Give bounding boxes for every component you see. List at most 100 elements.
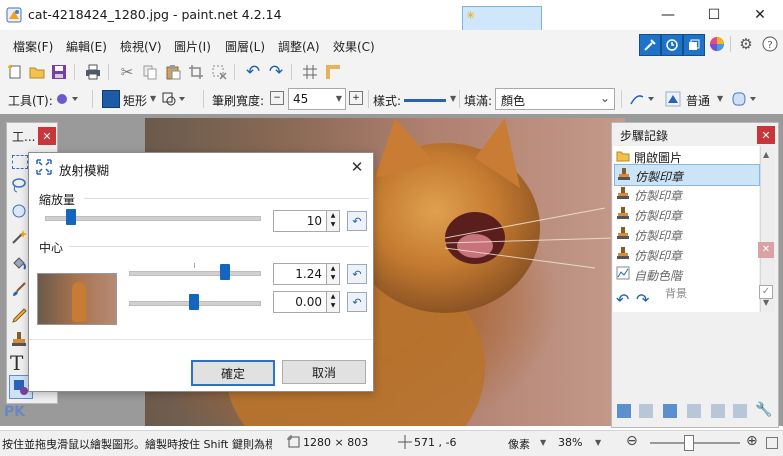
- shape-color-swatch[interactable]: [102, 90, 120, 108]
- move-layer-up-icon[interactable]: [711, 404, 725, 418]
- history-item[interactable]: 仿製印章: [614, 244, 758, 264]
- menu-adjustments[interactable]: 調整(A): [278, 38, 320, 55]
- center-y-slider-thumb[interactable]: [189, 294, 199, 310]
- layer-properties-wrench-icon[interactable]: 🔧: [755, 402, 772, 418]
- paint-bucket-icon[interactable]: [11, 255, 27, 271]
- history-panel-close-button[interactable]: ✕: [757, 126, 775, 144]
- menu-view[interactable]: 檢視(V): [120, 38, 162, 55]
- antialiasing-dropdown-icon[interactable]: [628, 90, 658, 108]
- add-layer-icon[interactable]: [617, 404, 631, 418]
- menu-layers[interactable]: 圖層(L): [225, 38, 265, 55]
- blend-mode-label[interactable]: 普通: [686, 92, 710, 109]
- duplicate-layer-icon[interactable]: [663, 404, 677, 418]
- center-preview-thumbnail[interactable]: [37, 273, 117, 325]
- center-y-input[interactable]: 0.00: [273, 291, 327, 313]
- zoom-out-icon[interactable]: ⊖: [626, 433, 638, 449]
- zoom-spinner[interactable]: ▲ ▼: [326, 210, 340, 232]
- close-window-button[interactable]: ✕: [737, 0, 783, 30]
- text-tool-icon[interactable]: T: [10, 351, 23, 375]
- history-item[interactable]: 仿製印章: [614, 204, 758, 224]
- delete-layer-icon[interactable]: [639, 404, 653, 418]
- layer-visibility-checkbox[interactable]: ✓: [759, 285, 773, 299]
- redo-icon[interactable]: ↷: [267, 62, 285, 82]
- ellipse-select-icon[interactable]: [11, 203, 27, 219]
- cut-icon[interactable]: ✂: [118, 63, 136, 81]
- print-icon[interactable]: [84, 63, 102, 81]
- colors-window-toggle-icon[interactable]: [708, 35, 726, 53]
- zoom-slider-thumb[interactable]: [684, 435, 694, 451]
- layers-window-toggle-icon[interactable]: [683, 34, 705, 56]
- scroll-up-icon[interactable]: ▲: [763, 150, 769, 159]
- pencil-icon[interactable]: [11, 307, 27, 323]
- clone-stamp-icon[interactable]: [11, 331, 27, 347]
- brush-width-increase-button[interactable]: +: [349, 91, 363, 105]
- center-x-input[interactable]: 1.24: [273, 263, 327, 285]
- line-style-preview[interactable]: [404, 99, 446, 102]
- center-x-slider-thumb[interactable]: [220, 264, 231, 280]
- history-undo-icon[interactable]: ↶: [616, 290, 629, 309]
- dialog-close-button[interactable]: ✕: [347, 157, 367, 177]
- menu-file[interactable]: 檔案(F): [13, 38, 53, 55]
- history-redo-icon[interactable]: ↷: [636, 290, 649, 309]
- cancel-button[interactable]: 取消: [282, 360, 366, 384]
- history-item[interactable]: 仿製印章: [614, 184, 758, 204]
- merge-layer-icon[interactable]: [687, 404, 701, 418]
- history-item[interactable]: 開啟圖片: [614, 146, 758, 166]
- fill-mode-dropdown[interactable]: 顏色 ⌄: [495, 88, 615, 110]
- zoom-slider-track[interactable]: [650, 442, 740, 444]
- scroll-down-icon[interactable]: ▼: [763, 298, 769, 307]
- brush-width-decrease-button[interactable]: −: [270, 91, 284, 105]
- new-file-icon[interactable]: [6, 63, 24, 81]
- lasso-select-icon[interactable]: [11, 177, 27, 193]
- paste-icon[interactable]: [164, 63, 182, 81]
- deselect-icon[interactable]: [210, 63, 228, 81]
- tool-selector-dropdown[interactable]: [54, 90, 80, 108]
- chevron-down-icon[interactable]: ▼: [717, 94, 723, 103]
- zoom-reset-button[interactable]: ↶: [347, 211, 367, 231]
- history-item[interactable]: 仿製印章: [614, 224, 758, 244]
- unit-selector[interactable]: 像素: [508, 436, 530, 452]
- draw-mode-dropdown-icon[interactable]: [160, 90, 190, 108]
- center-x-reset-button[interactable]: ↶: [347, 264, 367, 284]
- ok-button[interactable]: 確定: [191, 360, 275, 386]
- zoom-input[interactable]: 10: [273, 210, 327, 232]
- brush-width-input[interactable]: 45 ▼: [288, 88, 346, 110]
- chevron-down-icon[interactable]: ▼: [595, 438, 601, 447]
- undo-icon[interactable]: ↶: [244, 62, 262, 82]
- chevron-down-icon[interactable]: ▼: [450, 94, 456, 103]
- minimize-button[interactable]: —: [645, 0, 691, 30]
- menu-edit[interactable]: 編輯(E): [66, 38, 107, 55]
- grid-icon[interactable]: [301, 63, 319, 81]
- zoom-slider-track[interactable]: [45, 216, 261, 221]
- zoom-slider-thumb[interactable]: [65, 209, 76, 225]
- copy-icon[interactable]: [141, 63, 159, 81]
- center-y-reset-button[interactable]: ↶: [347, 292, 367, 312]
- layers-panel-close-button[interactable]: ✕: [758, 242, 774, 258]
- history-window-toggle-icon[interactable]: [661, 34, 683, 56]
- zoom-in-icon[interactable]: ⊕: [746, 433, 758, 449]
- center-y-spinner[interactable]: ▲ ▼: [326, 291, 340, 313]
- history-item[interactable]: 自動色階: [614, 264, 758, 284]
- fit-window-icon[interactable]: [766, 437, 778, 449]
- move-layer-down-icon[interactable]: [733, 404, 747, 418]
- rectangle-select-icon[interactable]: [12, 155, 28, 169]
- zoom-level[interactable]: 38%: [558, 436, 582, 449]
- tools-window-toggle-icon[interactable]: [639, 34, 661, 56]
- crop-icon[interactable]: [187, 63, 205, 81]
- chevron-down-icon[interactable]: ▼: [540, 438, 546, 447]
- save-icon[interactable]: [50, 63, 68, 81]
- tools-panel-close-button[interactable]: ✕: [38, 127, 56, 145]
- help-icon[interactable]: ?: [761, 35, 779, 53]
- settings-gear-icon[interactable]: ⚙: [737, 35, 755, 53]
- center-x-spinner[interactable]: ▲ ▼: [326, 263, 340, 285]
- maximize-button[interactable]: ☐: [691, 0, 737, 30]
- chevron-down-icon[interactable]: ▼: [150, 94, 156, 103]
- open-folder-icon[interactable]: [28, 63, 46, 81]
- selection-clipping-dropdown-icon[interactable]: [730, 89, 758, 109]
- magic-wand-icon[interactable]: [11, 229, 27, 245]
- paintbrush-icon[interactable]: [11, 281, 27, 297]
- shape-type-label[interactable]: 矩形: [123, 92, 147, 109]
- history-item-selected[interactable]: 仿製印章: [614, 164, 760, 186]
- menu-effects[interactable]: 效果(C): [333, 38, 375, 55]
- center-x-slider-track[interactable]: [129, 271, 261, 276]
